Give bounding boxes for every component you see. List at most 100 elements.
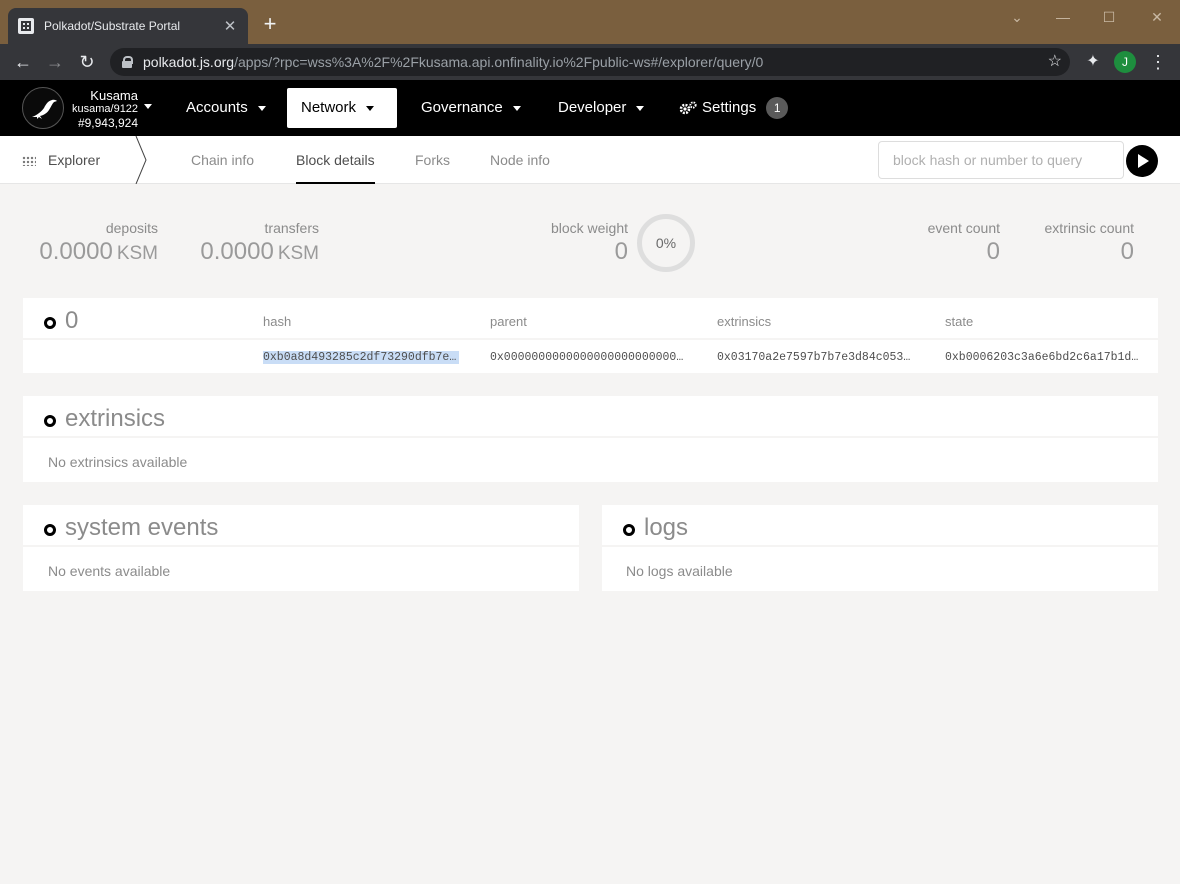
section-dot-icon bbox=[44, 415, 56, 427]
nav-network[interactable]: Network bbox=[287, 88, 397, 128]
section-dot-icon bbox=[44, 524, 56, 536]
apps-grid-icon bbox=[22, 156, 36, 167]
kusama-bird-icon bbox=[32, 99, 57, 119]
block-header-card: 0 hash parent extrinsics state 0xb0a8d49… bbox=[23, 298, 1158, 373]
section-dot-icon bbox=[44, 317, 56, 329]
explorer-section[interactable]: Explorer bbox=[22, 136, 100, 184]
profile-avatar[interactable]: J bbox=[1114, 51, 1136, 73]
deposits-unit: KSM bbox=[116, 243, 158, 264]
url-path: /apps/?rpc=wss%3A%2F%2Fkusama.api.onfina… bbox=[234, 54, 764, 70]
tab-node-info[interactable]: Node info bbox=[474, 136, 566, 184]
nav-accounts-label: Accounts bbox=[186, 99, 248, 116]
extrinsics-card: extrinsics No extrinsics available bbox=[23, 396, 1158, 482]
events-empty-message: No events available bbox=[48, 563, 171, 579]
settings-notification-badge: 1 bbox=[766, 97, 789, 120]
tab-chain-info[interactable]: Chain info bbox=[175, 136, 270, 184]
col-hash: hash bbox=[263, 314, 292, 329]
block-weight-gauge: 0% bbox=[637, 214, 695, 272]
breadcrumb-chevron-icon bbox=[135, 136, 147, 184]
section-dot-icon bbox=[623, 524, 635, 536]
chevron-down-icon bbox=[512, 105, 521, 111]
nav-developer-label: Developer bbox=[558, 99, 627, 116]
extrinsics-header: extrinsics bbox=[23, 396, 1158, 438]
extrinsic-count-label: extrinsic count bbox=[1044, 220, 1134, 236]
explorer-label: Explorer bbox=[48, 152, 101, 168]
extrinsics-title: extrinsics bbox=[65, 405, 166, 432]
deposits-label: deposits bbox=[105, 220, 158, 236]
block-hash-value[interactable]: 0xb0a8d493285c2df73290dfb7e61f870f17b418… bbox=[263, 351, 459, 364]
nav-governance[interactable]: Governance bbox=[407, 88, 535, 128]
deposits-amount: 0.0000 bbox=[39, 238, 113, 265]
block-weight-value: 0 bbox=[614, 238, 628, 265]
logs-title: logs bbox=[644, 514, 689, 541]
col-state: state bbox=[945, 314, 974, 329]
tab-search-icon[interactable]: ⌄ bbox=[994, 6, 1040, 28]
extrinsics-empty-message: No extrinsics available bbox=[48, 454, 188, 470]
query-submit-play-button[interactable] bbox=[1126, 145, 1158, 177]
address-bar[interactable]: polkadot.js.org/apps/?rpc=wss%3A%2F%2Fku… bbox=[110, 48, 1070, 76]
bookmark-star-icon[interactable]: ☆ bbox=[1048, 51, 1062, 71]
new-tab-button[interactable]: + bbox=[258, 12, 282, 36]
best-block-number: #9,943,924 bbox=[77, 116, 138, 130]
logs-empty-message: No logs available bbox=[626, 563, 733, 579]
url-host: polkadot.js.org bbox=[143, 54, 235, 70]
transfers-value: 0.0000 KSM bbox=[180, 238, 319, 266]
maximize-icon[interactable]: ☐ bbox=[1086, 6, 1132, 28]
block-weight-label: block weight bbox=[550, 220, 628, 236]
sub-navigation: Explorer Chain info Block details Forks … bbox=[0, 136, 1180, 184]
event-count-label: event count bbox=[927, 220, 1000, 236]
minimize-icon[interactable]: — bbox=[1040, 6, 1086, 28]
chain-spec-version: kusama/9122 bbox=[72, 103, 139, 115]
block-query-input[interactable] bbox=[878, 141, 1124, 179]
lock-icon bbox=[122, 56, 133, 68]
chevron-down-icon bbox=[636, 105, 645, 111]
state-root-value: 0xb0006203c3a6e6bd2c6a17b1d4ae8ca49a31da… bbox=[945, 351, 1141, 364]
app-header: Kusama kusama/9122 #9,943,924 Accounts N… bbox=[0, 80, 1180, 136]
chain-selector[interactable]: Kusama kusama/9122 #9,943,924 bbox=[72, 88, 152, 131]
col-extrinsics: extrinsics bbox=[717, 314, 772, 329]
deposits-value: 0.0000 KSM bbox=[20, 238, 158, 266]
browser-menu-icon[interactable]: ⋮ bbox=[1144, 48, 1172, 76]
back-icon[interactable]: ← bbox=[9, 48, 37, 76]
nav-settings[interactable]: Settings 1 bbox=[664, 88, 802, 128]
window-close-icon[interactable]: ✕ bbox=[1134, 6, 1180, 28]
system-events-header: system events bbox=[23, 505, 579, 547]
nav-settings-label: Settings bbox=[702, 99, 757, 116]
browser-titlebar: Polkadot/Substrate Portal ✕ + ⌄ — ☐ ✕ bbox=[0, 0, 1180, 44]
reload-icon[interactable]: ↻ bbox=[73, 48, 101, 76]
transfers-unit: KSM bbox=[277, 243, 319, 264]
tab-block-details[interactable]: Block details bbox=[280, 136, 391, 184]
kusama-logo[interactable] bbox=[22, 87, 64, 129]
chevron-down-icon bbox=[257, 105, 266, 111]
transfers-amount: 0.0000 bbox=[200, 238, 274, 265]
nav-governance-label: Governance bbox=[421, 99, 503, 116]
gears-icon bbox=[679, 101, 697, 115]
forward-icon[interactable]: → bbox=[41, 48, 69, 76]
block-parent-value[interactable]: 0x00000000000000000000000000000000000000… bbox=[490, 351, 686, 364]
extrinsic-count-value: 0 bbox=[1120, 238, 1134, 265]
nav-network-label: Network bbox=[301, 99, 357, 116]
tab-forks[interactable]: Forks bbox=[399, 136, 466, 184]
system-events-title: system events bbox=[65, 514, 219, 541]
transfers-label: transfers bbox=[264, 220, 319, 236]
col-parent: parent bbox=[490, 314, 527, 329]
extrinsics-root-value: 0x03170a2e7597b7b7e3d84c05391d139a62b157… bbox=[717, 351, 913, 364]
event-count-value: 0 bbox=[986, 238, 1000, 265]
chevron-down-icon bbox=[144, 104, 152, 109]
block-number: 0 bbox=[65, 307, 79, 334]
polkadot-favicon-icon bbox=[18, 18, 34, 34]
browser-toolbar: ← → ↻ polkadot.js.org/apps/?rpc=wss%3A%2… bbox=[0, 44, 1180, 80]
chevron-down-icon bbox=[366, 105, 375, 111]
extensions-puzzle-icon[interactable]: ✦ bbox=[1079, 48, 1107, 76]
chain-name: Kusama bbox=[90, 88, 138, 103]
logs-header: logs bbox=[602, 505, 1158, 547]
nav-developer[interactable]: Developer bbox=[544, 88, 658, 128]
logs-card: logs No logs available bbox=[602, 505, 1158, 591]
block-weight-percent: 0% bbox=[655, 235, 677, 251]
browser-tab[interactable]: Polkadot/Substrate Portal ✕ bbox=[8, 8, 248, 44]
nav-accounts[interactable]: Accounts bbox=[172, 88, 280, 128]
block-header-row: 0 hash parent extrinsics state bbox=[23, 298, 1158, 340]
tab-close-icon[interactable]: ✕ bbox=[222, 17, 238, 35]
tab-title: Polkadot/Substrate Portal bbox=[44, 19, 181, 33]
system-events-card: system events No events available bbox=[23, 505, 579, 591]
